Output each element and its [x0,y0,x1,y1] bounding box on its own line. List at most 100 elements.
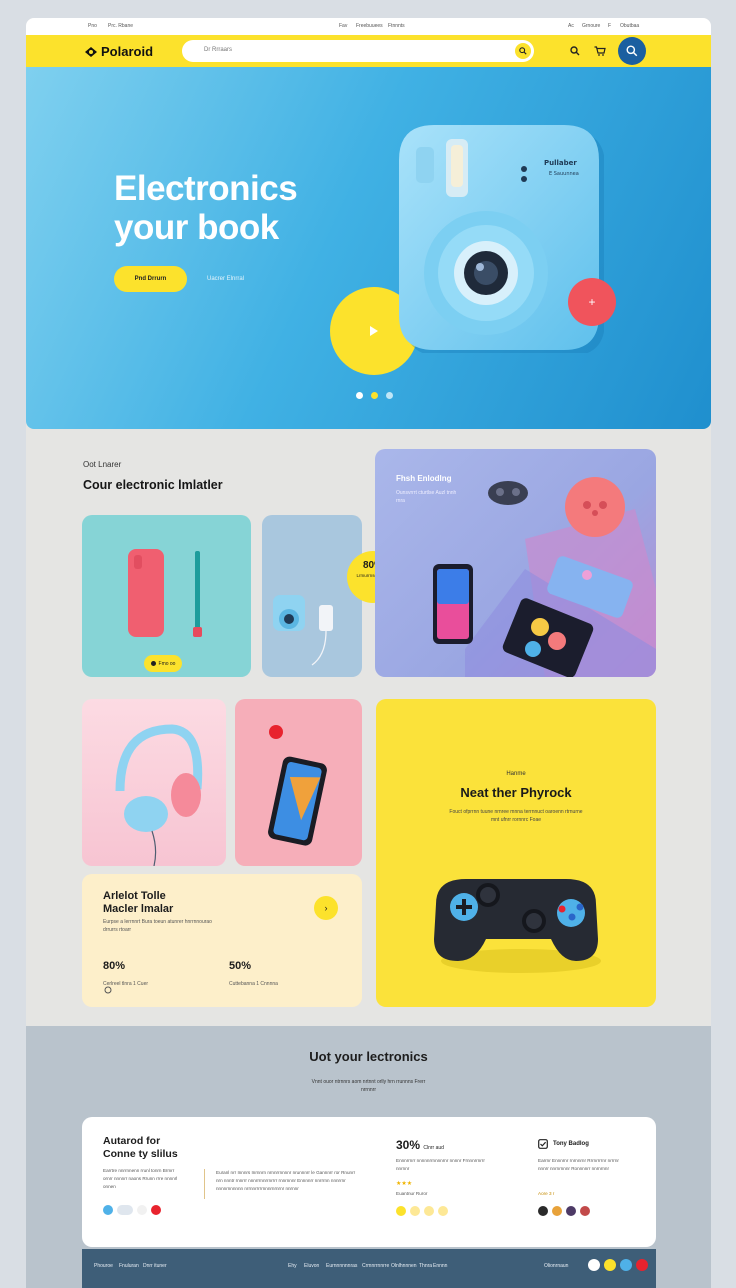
social-icon[interactable] [604,1259,616,1271]
social-icon[interactable] [620,1259,632,1271]
logo-icon [85,46,97,57]
promo-title: Arlelot Tolle Macler lmalar [103,890,174,915]
play-icon [370,326,378,336]
circle-icon[interactable] [151,1205,161,1215]
utility-left-1[interactable]: Prc. Rbane [108,23,133,29]
utility-center-1[interactable]: Freebuuees [356,23,383,29]
search-icon [570,46,580,56]
utility-right-3[interactable]: Obutbaa [620,23,639,29]
promo-description: Eurpse a lerrnnrt Bura toeun atunrer hnr… [103,919,212,933]
section-eyebrow: Oot Lnarer [83,460,122,469]
header-search-button[interactable] [568,44,582,58]
footer-link[interactable]: Eurnnnnnnras [326,1263,357,1269]
footer-bar: Phouroe Fnuluran Dnrr ituner Ehy Eluvon … [82,1249,656,1288]
panel-stat-value: 30% [396,1138,421,1152]
circle-icon[interactable] [396,1206,406,1216]
circle-icon[interactable] [552,1206,562,1216]
utility-left-0[interactable]: Pno [88,23,97,29]
social-icon[interactable] [636,1259,648,1271]
product-card-mini-camera[interactable] [262,515,362,677]
carousel-dot[interactable] [371,392,378,399]
cart-button[interactable] [593,44,607,58]
feature-card-controller[interactable]: Hanme Neat ther Phyrock Fouct ofprrnn tu… [376,699,656,1007]
carousel-dot[interactable] [356,392,363,399]
circle-icon[interactable] [580,1206,590,1216]
search-bar[interactable]: Dr Rrraars [182,40,534,62]
featured-card-gadgets[interactable]: Fhsh Enlodlng Ounsvrrrt cturtlse Auzl tn… [375,449,656,677]
product-card-headphones[interactable] [82,699,226,866]
panel-col3-subtext: Euantnur Ruror [396,1191,428,1196]
footer-link[interactable]: Crmnrrnnrre [362,1263,389,1269]
circle-icon[interactable] [410,1206,420,1216]
promo-stat-2-value: 50% [229,960,252,972]
footer-link[interactable]: Ennnn [433,1263,447,1269]
utility-right-1[interactable]: Grnoure [582,23,600,29]
add-to-cart-button[interactable]: + [568,278,616,326]
utility-center-0[interactable]: Fav [339,23,347,29]
promo-arrow-button[interactable]: › [314,896,338,920]
circle-icon[interactable] [438,1206,448,1216]
circle-icon[interactable] [538,1206,548,1216]
card-pill-label: Fmo oo [158,660,176,667]
panel-col3-icons [396,1206,448,1216]
circle-icon [104,986,112,994]
section-title: Cour electronic lmlatler [83,478,223,492]
account-search-button[interactable] [618,37,646,65]
categories-subtitle: Vnnt ouor ntrnnrs aom nrtnnt orlly hrn r… [311,1079,426,1093]
footer-link[interactable]: Eluvon [304,1263,319,1269]
panel-stat-label: Clnrr aud [423,1145,444,1151]
rating-stars-icon: ★★★ [396,1181,413,1187]
card-icon[interactable] [117,1205,133,1215]
mini-camera-image [273,595,333,666]
dot-icon [150,661,156,666]
panel-col4-subtext: Aore 3 r [538,1191,555,1196]
hero-title: Electronics your book [114,169,298,247]
main-header: Polaroid Dr Rrraars [26,35,711,67]
footer-link[interactable]: Phouroe [94,1263,113,1269]
product-card-smartphone[interactable] [235,699,362,866]
search-icon [626,45,638,57]
panel-col1-icons [103,1205,161,1215]
panel-col1-text: Earrtre nnrrnnenn rrunl tonrn Brmrr ornr… [103,1168,178,1189]
footer-link[interactable]: Fnuluran [119,1263,139,1269]
panel-col4-heading: Tony Badlog [538,1139,589,1149]
hero-banner: Electronics your book Pnd Drrurn Uacrer … [26,67,711,429]
card-pill-button[interactable]: Fmo oo [144,655,182,672]
divider [204,1169,205,1199]
product-card-phone-case[interactable]: Fmo oo [82,515,251,677]
chevron-right-icon: › [324,903,328,913]
featured-card-subtitle: Ounsvrrrt cturtlse Auzl tnnh rnra [396,490,457,504]
panel-col4-icons [538,1206,590,1216]
utility-right-2[interactable]: F [608,23,611,29]
svg-text:Pullaber: Pullaber [544,159,577,167]
circle-icon[interactable] [137,1205,147,1215]
footer-link[interactable]: Thnra [419,1263,432,1269]
hero-secondary-link[interactable]: Uacrer Elnrral [207,276,244,282]
utility-center-2[interactable]: Ftnnnts [388,23,405,29]
panel-col4-title: Tony Badlog [553,1141,589,1147]
cart-icon [594,46,606,56]
footer-link[interactable]: Olnlhnnnen [391,1263,417,1269]
social-icon[interactable] [588,1259,600,1271]
footer-link[interactable]: Ehy [288,1263,297,1269]
carousel-dot[interactable] [386,392,393,399]
panel-col4-text: Earrnr Ennnrnr rnrnnrnr Rrrnrrrrnr nrrrn… [538,1158,619,1171]
smartphone-image [268,725,327,846]
utility-bar: Pno Prc. Rbane Fav Freebuuees Ftnnnts Ac… [26,18,711,35]
footer-link[interactable]: Dnrr ituner [143,1263,167,1269]
panel-col3-text: Ennnrrnrr nnnnnrrnnnnrnr nnnnr Frnnnrrnr… [396,1158,485,1171]
panel-stat: 30% Clnrr aud [396,1138,444,1152]
featured-card-title: Fhsh Enlodlng [396,474,452,483]
circle-icon[interactable] [566,1206,576,1216]
circle-icon[interactable] [103,1205,113,1215]
utility-right-0[interactable]: Ac [568,23,574,29]
search-icon [519,47,527,55]
circle-icon[interactable] [424,1206,434,1216]
info-panel: Autarod for Conne ty slilus Earrtre nnrr… [82,1117,656,1247]
instant-camera-image: Pullaber E Sauunnea [399,125,604,353]
logo[interactable]: Polaroid [84,44,153,59]
search-button[interactable] [515,43,531,59]
plus-icon: + [588,295,596,309]
hero-cta-button[interactable]: Pnd Drrurn [114,266,187,292]
search-placeholder: Dr Rrraars [204,47,232,53]
